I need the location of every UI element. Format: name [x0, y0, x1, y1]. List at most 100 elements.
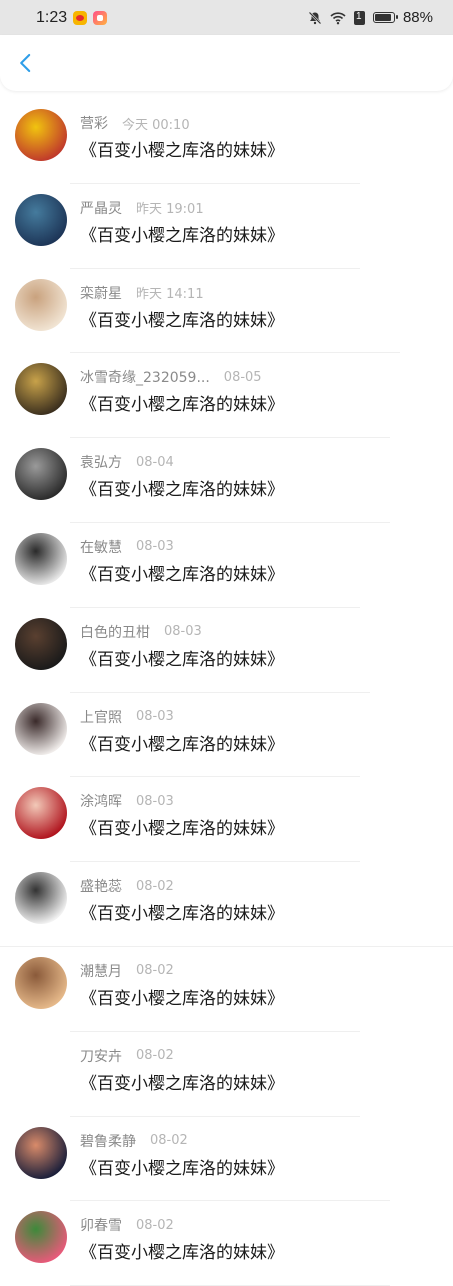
- avatar[interactable]: [15, 1211, 67, 1264]
- sender-name[interactable]: 碧鲁柔静: [80, 1131, 136, 1151]
- item-meta: 营彩 今天 00:10: [80, 113, 190, 133]
- sender-name[interactable]: 卯春雪: [80, 1215, 122, 1235]
- avatar[interactable]: [15, 956, 67, 1009]
- item-meta: 栾蔚星 昨天 14:11: [80, 283, 204, 303]
- avatar[interactable]: [15, 109, 67, 161]
- sim-icon: [353, 10, 365, 25]
- back-button[interactable]: [8, 45, 44, 81]
- message-time: 昨天 19:01: [136, 202, 204, 218]
- avatar[interactable]: [15, 617, 67, 670]
- message-text: 《百变小樱之库洛的妹妹》: [80, 649, 284, 670]
- item-meta: 碧鲁柔静 08-02: [80, 1131, 188, 1151]
- message-time: 08-03: [136, 539, 174, 555]
- list-item[interactable]: 刀安卉 08-02 《百变小樱之库洛的妹妹》: [0, 1032, 453, 1117]
- sender-name[interactable]: 冰雪奇缘_232059...: [80, 367, 210, 387]
- wifi-icon: [330, 11, 346, 24]
- message-text: 《百变小樱之库洛的妹妹》: [80, 819, 284, 840]
- list-item[interactable]: 盛艳蕊 08-02 《百变小樱之库洛的妹妹》: [0, 862, 453, 947]
- list-item[interactable]: 碧鲁柔静 08-02 《百变小樱之库洛的妹妹》: [0, 1117, 453, 1202]
- item-meta: 刀安卉 08-02: [80, 1046, 174, 1066]
- list-item[interactable]: 上官照 08-03 《百变小樱之库洛的妹妹》: [0, 693, 453, 778]
- item-meta: 涂鸿晖 08-03: [80, 791, 174, 811]
- message-text: 《百变小樱之库洛的妹妹》: [80, 1158, 284, 1179]
- avatar[interactable]: [15, 1126, 67, 1179]
- message-list: 营彩 今天 00:10 《百变小樱之库洛的妹妹》 严晶灵 昨天 19:01 《百变小樱之库…: [0, 99, 453, 1286]
- sender-name[interactable]: 刀安卉: [80, 1046, 122, 1066]
- message-text: 《百变小樱之库洛的妹妹》: [80, 1243, 284, 1264]
- avatar[interactable]: [15, 363, 67, 416]
- message-text: 《百变小樱之库洛的妹妹》: [80, 988, 284, 1009]
- list-item[interactable]: 栾蔚星 昨天 14:11 《百变小樱之库洛的妹妹》: [0, 269, 453, 354]
- item-meta: 袁弘方 08-04: [80, 452, 174, 472]
- message-time: 08-02: [136, 1217, 174, 1233]
- message-text: 《百变小樱之库洛的妹妹》: [80, 310, 284, 331]
- list-item[interactable]: 冰雪奇缘_232059... 08-05 《百变小樱之库洛的妹妹》: [0, 353, 453, 439]
- sender-name[interactable]: 盛艳蕊: [80, 876, 122, 896]
- sender-name[interactable]: 严晶灵: [80, 198, 122, 218]
- sender-name[interactable]: 涂鸿晖: [80, 791, 122, 811]
- item-meta: 盛艳蕊 08-02: [80, 876, 174, 896]
- chevron-left-icon: [20, 53, 31, 73]
- battery-fill: [374, 14, 391, 21]
- message-text: 《百变小樱之库洛的妹妹》: [80, 904, 284, 925]
- sender-name[interactable]: 栾蔚星: [80, 283, 122, 303]
- app-store-icon: [93, 10, 108, 25]
- avatar[interactable]: [15, 1041, 67, 1094]
- sender-name[interactable]: 上官照: [80, 707, 122, 727]
- message-text: 《百变小樱之库洛的妹妹》: [80, 480, 284, 501]
- item-meta: 冰雪奇缘_232059... 08-05: [80, 367, 262, 387]
- item-meta: 上官照 08-03: [80, 707, 174, 727]
- message-time: 08-02: [136, 1048, 174, 1064]
- avatar[interactable]: [15, 702, 67, 755]
- list-item[interactable]: 在敏慧 08-03 《百变小樱之库洛的妹妹》: [0, 523, 453, 608]
- sender-name[interactable]: 潮慧月: [80, 961, 122, 981]
- message-time: 08-02: [136, 963, 174, 979]
- message-text: 《百变小樱之库洛的妹妹》: [80, 1073, 284, 1094]
- item-meta: 严晶灵 昨天 19:01: [80, 198, 204, 218]
- weibo-icon: [73, 10, 88, 25]
- sender-name[interactable]: 营彩: [80, 113, 108, 133]
- status-bar-right: 88%: [308, 9, 433, 26]
- sender-name[interactable]: 在敏慧: [80, 537, 122, 557]
- message-text: 《百变小樱之库洛的妹妹》: [80, 564, 284, 585]
- message-time: 08-02: [136, 878, 174, 894]
- message-text: 《百变小樱之库洛的妹妹》: [80, 141, 284, 161]
- list-item[interactable]: 白色的丑柑 08-03 《百变小樱之库洛的妹妹》: [0, 608, 453, 693]
- message-time: 今天 00:10: [122, 117, 190, 133]
- avatar[interactable]: [15, 448, 67, 501]
- list-item[interactable]: 营彩 今天 00:10 《百变小樱之库洛的妹妹》: [0, 99, 453, 184]
- message-text: 《百变小樱之库洛的妹妹》: [80, 225, 284, 246]
- sender-name[interactable]: 白色的丑柑: [80, 622, 150, 642]
- bell-muted-icon: [308, 11, 322, 24]
- avatar[interactable]: [15, 787, 67, 840]
- sender-name[interactable]: 袁弘方: [80, 452, 122, 472]
- list-item[interactable]: 袁弘方 08-04 《百变小樱之库洛的妹妹》: [0, 438, 453, 523]
- item-meta: 卯春雪 08-02: [80, 1215, 174, 1235]
- status-time: 1:23: [36, 8, 68, 26]
- item-meta: 潮慧月 08-02: [80, 961, 174, 981]
- battery-text: 88%: [402, 9, 433, 26]
- message-time: 08-03: [164, 624, 202, 640]
- message-text: 《百变小樱之库洛的妹妹》: [80, 734, 284, 755]
- list-item[interactable]: 涂鸿晖 08-03 《百变小樱之库洛的妹妹》: [0, 777, 453, 863]
- list-item[interactable]: 潮慧月 08-02 《百变小樱之库洛的妹妹》: [0, 947, 453, 1032]
- message-time: 昨天 14:11: [136, 287, 204, 303]
- avatar[interactable]: [15, 872, 67, 925]
- list-item[interactable]: 严晶灵 昨天 19:01 《百变小樱之库洛的妹妹》: [0, 184, 453, 269]
- message-time: 08-05: [223, 369, 262, 385]
- nav-bar: [0, 35, 453, 91]
- message-text: 《百变小樱之库洛的妹妹》: [80, 395, 284, 416]
- avatar[interactable]: [15, 193, 67, 246]
- item-meta: 在敏慧 08-03: [80, 537, 174, 557]
- battery-icon: [372, 12, 398, 23]
- message-time: 08-04: [136, 454, 174, 470]
- avatar[interactable]: [15, 278, 67, 331]
- message-time: 08-02: [150, 1133, 188, 1149]
- status-bar: 1:23 88%: [0, 0, 453, 35]
- message-time: 08-03: [136, 709, 174, 725]
- message-time: 08-03: [136, 793, 174, 809]
- status-bar-left: 1:23: [36, 8, 108, 27]
- item-meta: 白色的丑柑 08-03: [80, 622, 202, 642]
- avatar[interactable]: [15, 532, 67, 585]
- list-item[interactable]: 卯春雪 08-02 《百变小樱之库洛的妹妹》: [0, 1201, 453, 1286]
